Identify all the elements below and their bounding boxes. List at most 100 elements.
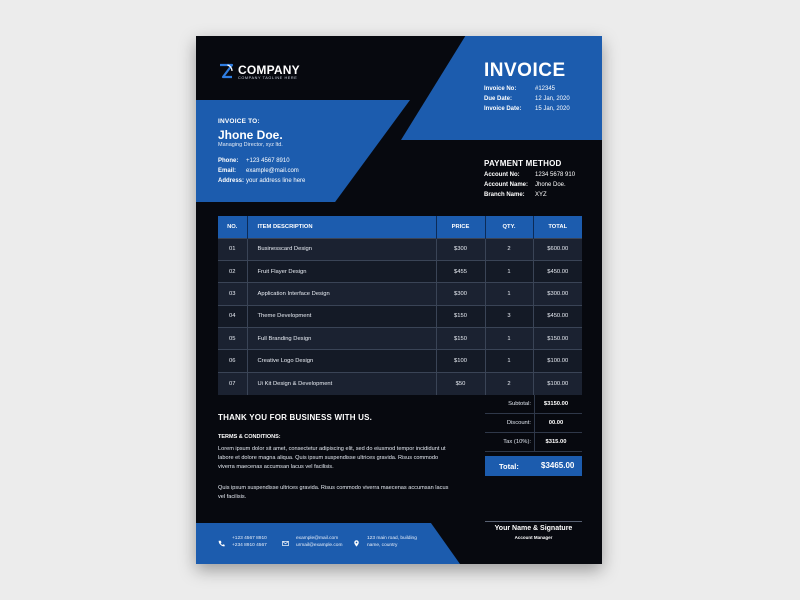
field-label: Email: [218,168,237,174]
subtotal-value: $3150.00 [543,401,569,407]
table-row: 02 Fruit Flayer Design $455 1 $450.00 [218,259,582,283]
discount-label: Discount: [506,420,531,426]
item-price: $150 [435,304,485,328]
invoice-sheet: COMPANY COMPANY TAGLINE HERE INVOICE Inv… [196,36,602,564]
client-phone: +123 4567 8910 [246,158,290,164]
table-row: 06 Creative Logo Design $100 1 $100.00 [218,349,582,373]
totals-block: Subtotal: $3150.00 Discount: 00.00 Tax (… [485,395,582,476]
item-qty: 1 [484,282,533,306]
item-price: $50 [435,371,485,395]
terms-title: TERMS & CONDITIONS: [218,434,281,440]
item-qty: 1 [484,259,533,283]
invoice-details: Invoice No: #12345 Due Date: 12 Jan, 202… [484,84,584,114]
footer-address-1: 123 main road, building [367,536,417,541]
account-no-row: Account No: 1234 5678 910 [484,170,584,180]
signature-role: Account Manager [514,535,553,540]
grand-total-label: Total: [499,462,519,471]
item-price: $150 [435,327,485,350]
subtotal-label: Subtotal: [508,401,531,407]
item-qty: 2 [484,371,533,395]
footer-email-2: urmail@example.com [296,542,343,548]
due-date-row: Due Date: 12 Jan, 2020 [484,94,584,104]
invoice-date: 15 Jan, 2020 [535,106,570,112]
mail-icon [282,541,289,546]
footer-email: example@mail.com urmail@example.com [296,536,342,549]
client-email-row: Email: example@mail.com [218,166,338,176]
payment-details: Account No: 1234 5678 910 Account Name: … [484,170,584,200]
item-no: 02 [218,259,247,283]
header-qty: QTY. [484,216,533,238]
subtotal-row: Subtotal: $3150.00 [485,395,582,414]
field-label: Invoice No: [484,86,517,92]
item-no: 01 [218,237,247,261]
client-email: example@mail.com [246,168,299,174]
item-description: Businesscard Design [246,237,436,261]
table-header-row: NO. ITEM DESCRIPTION PRICE QTY. TOTAL [218,216,582,238]
header-price: PRICE [435,216,485,238]
company-name: COMPANY [238,63,300,77]
table-row: 03 Application Interface Design $300 1 $300.… [218,282,582,306]
items-table: NO. ITEM DESCRIPTION PRICE QTY. TOTAL 01… [218,216,582,395]
item-total: $150.00 [532,327,582,350]
footer-address-2: name, country [367,542,398,548]
item-total: $450.00 [532,304,582,328]
footer-phone-1: +123 4567 8910 [232,536,267,541]
field-label: Address: [218,178,245,184]
item-description: Fruit Flayer Design [246,259,436,283]
item-price: $300 [435,282,485,306]
field-label: Due Date: [484,96,513,102]
table-row: 01 Businesscard Design $300 2 $600.00 [218,237,582,261]
signature-line [485,521,582,522]
item-total: $100.00 [532,349,582,373]
item-no: 07 [218,371,247,395]
field-label: Account No: [484,172,520,178]
footer-address: 123 main road, building name, country [367,536,417,549]
item-no: 06 [218,349,247,373]
item-qty: 1 [484,327,533,350]
tax-label: Tax (10%): [503,439,531,445]
client-name: Jhone Doe. [218,128,283,142]
account-name-row: Account Name: Jhone Doe. [484,180,584,190]
invoice-number-row: Invoice No: #12345 [484,84,584,94]
item-no: 05 [218,327,247,350]
item-no: 03 [218,282,247,306]
item-description: Full Branding Design [246,327,436,350]
branch-name-row: Branch Name: XYZ [484,190,584,200]
item-description: Ui Kit Design & Development [246,371,436,395]
invoice-to-label: INVOICE TO: [218,118,260,125]
field-label: Branch Name: [484,192,525,198]
field-label: Invoice Date: [484,106,522,112]
item-qty: 3 [484,304,533,328]
footer-phone: +123 4567 8910 +234 8910 4567 [232,536,267,549]
account-number: 1234 5678 910 [535,172,576,178]
item-description: Application Interface Design [246,282,436,306]
company-tagline: COMPANY TAGLINE HERE [238,76,298,80]
client-accent-shape [196,100,410,202]
payment-method-title: PAYMENT METHOD [484,159,562,168]
item-qty: 2 [484,237,533,261]
tax-value: $315.00 [545,439,567,445]
item-total: $100.00 [532,371,582,395]
branch-name: XYZ [535,192,547,198]
grand-total-value: $3465.00 [541,461,575,470]
footer-phone-2: +234 8910 4567 [232,542,267,548]
due-date: 12 Jan, 2020 [535,96,570,102]
field-label: Phone: [218,158,239,164]
client-contact: Phone: +123 4567 8910 Email: example@mai… [218,156,338,186]
terms-paragraph-2: Quis ipsum suspendisse ultrices gravida.… [218,485,449,500]
item-description: Theme Development [246,304,436,328]
account-name: Jhone Doe. [535,182,566,188]
company-logo-icon [220,63,234,79]
client-address-row: Address: your address line here [218,176,338,186]
item-price: $455 [435,259,485,283]
invoice-number: #12345 [535,86,556,92]
table-row: 04 Theme Development $150 3 $450.00 [218,304,582,328]
item-price: $300 [435,237,485,261]
invoice-title: INVOICE [484,60,566,81]
field-label: Account Name: [484,182,529,188]
terms-paragraph-1: Lorem ipsum dolor sit amet, consectetur … [218,446,446,470]
discount-row: Discount: 00.00 [485,414,582,433]
discount-value: 00.00 [548,420,564,426]
table-row: 05 Full Branding Design $150 1 $150.00 [218,327,582,350]
client-role: Managing Director, xyz ltd. [218,142,283,148]
